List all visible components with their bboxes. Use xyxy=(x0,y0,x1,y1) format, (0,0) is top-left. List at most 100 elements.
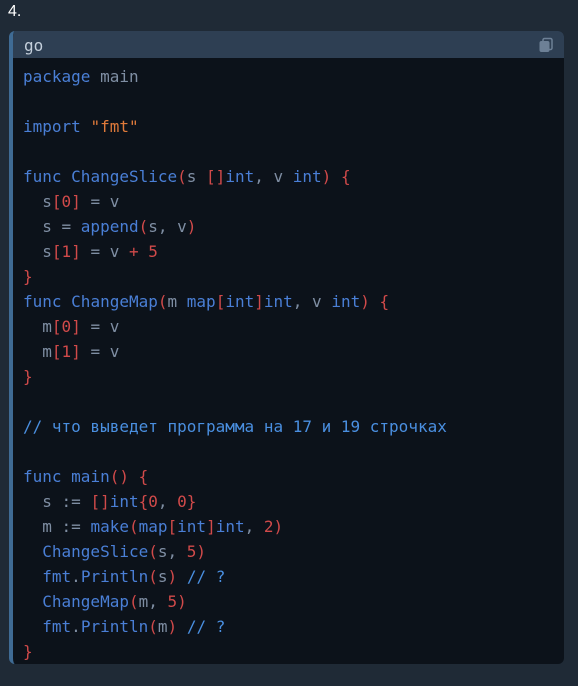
code-token: func xyxy=(23,467,62,486)
code-token: s xyxy=(23,217,62,236)
code-token: ( xyxy=(148,617,158,636)
code-token: main xyxy=(71,467,110,486)
code-token: ] xyxy=(71,317,81,336)
code-token: s xyxy=(157,567,168,586)
code-token: [ xyxy=(51,192,62,211)
code-token: Println xyxy=(80,567,149,586)
code-line: m := make(map[int]int, 2) xyxy=(23,514,564,539)
code-token: [ xyxy=(215,292,226,311)
code-token: . xyxy=(71,567,81,586)
code-token: 0 xyxy=(177,492,187,511)
code-token: int xyxy=(292,167,322,186)
code-token: ( xyxy=(177,167,187,186)
code-token: = v xyxy=(80,192,120,211)
code-token: ) xyxy=(273,517,284,536)
code-token: m xyxy=(167,292,187,311)
code-token: ChangeMap xyxy=(71,292,158,311)
code-token: ] xyxy=(254,292,264,311)
code-token: 5 xyxy=(186,542,197,561)
code-token: import xyxy=(23,117,81,136)
code-line: m[1] = v xyxy=(23,339,564,364)
code-token: ChangeMap xyxy=(42,592,129,611)
code-token: ChangeSlice xyxy=(42,542,149,561)
code-token: int xyxy=(225,292,255,311)
code-token: [ xyxy=(51,317,62,336)
code-token: = xyxy=(61,217,81,236)
code-token: [ xyxy=(167,517,178,536)
code-token: = v xyxy=(80,242,129,261)
code-token: 0 xyxy=(61,317,72,336)
code-token: [ xyxy=(51,342,62,361)
code-token: int xyxy=(331,292,361,311)
code-token: s xyxy=(186,167,207,186)
code-token: ChangeSlice xyxy=(71,167,178,186)
code-token: int xyxy=(177,517,207,536)
code-token: // что выведет программа на 17 и 19 стро… xyxy=(23,417,447,436)
code-token: int xyxy=(263,292,293,311)
code-token: s, xyxy=(157,542,187,561)
code-token: { xyxy=(138,467,149,486)
code-token: [] xyxy=(206,167,226,186)
code-line: func main() { xyxy=(23,464,564,489)
code-token: ( xyxy=(138,217,149,236)
code-token: = v xyxy=(80,342,120,361)
code-token: append xyxy=(80,217,139,236)
code-token: "fmt" xyxy=(90,117,139,136)
code-token: ] xyxy=(71,192,81,211)
code-line: s := []int{0, 0} xyxy=(23,489,564,514)
code-token: ( xyxy=(148,567,158,586)
code-line: s[0] = v xyxy=(23,189,564,214)
code-line: ChangeMap(m, 5) xyxy=(23,589,564,614)
code-header: go xyxy=(13,31,564,58)
code-token: // ? xyxy=(186,617,226,636)
code-token: package xyxy=(23,67,91,86)
code-token: () xyxy=(109,467,129,486)
code-token: func xyxy=(23,167,62,186)
code-token: { xyxy=(379,292,390,311)
code-token: s, v xyxy=(148,217,187,236)
code-token: map xyxy=(186,292,216,311)
code-line: } xyxy=(23,639,564,664)
code-token: } xyxy=(23,367,33,386)
copy-icon[interactable] xyxy=(538,37,554,53)
code-line: fmt.Println(m) // ? xyxy=(23,614,564,639)
code-token: 5 xyxy=(167,592,178,611)
code-block: go package main import "fmt" func ChangeSl… xyxy=(9,31,564,664)
code-token: ) xyxy=(167,617,178,636)
code-token: = v xyxy=(80,317,120,336)
code-token: int xyxy=(215,517,245,536)
code-language-label: go xyxy=(24,36,44,55)
code-token: 1 xyxy=(61,242,72,261)
code-token: 0 xyxy=(61,192,72,211)
code-token: , v xyxy=(254,167,293,186)
code-token: , v xyxy=(292,292,332,311)
code-token: m xyxy=(157,617,168,636)
code-line: } xyxy=(23,364,564,389)
code-token: int xyxy=(225,167,255,186)
code-token: 1 xyxy=(61,342,72,361)
code-token: { xyxy=(340,167,351,186)
code-body: package main import "fmt" func ChangeSlice… xyxy=(13,58,564,664)
code-token: ] xyxy=(206,517,216,536)
code-token: map xyxy=(138,517,168,536)
code-token: m xyxy=(23,342,52,361)
code-line: s = append(s, v) xyxy=(23,214,564,239)
code-token: s xyxy=(23,492,62,511)
code-token: m, xyxy=(138,592,168,611)
code-token: ) xyxy=(186,217,197,236)
code-token: ) xyxy=(167,567,178,586)
list-number: 4. xyxy=(8,3,22,20)
